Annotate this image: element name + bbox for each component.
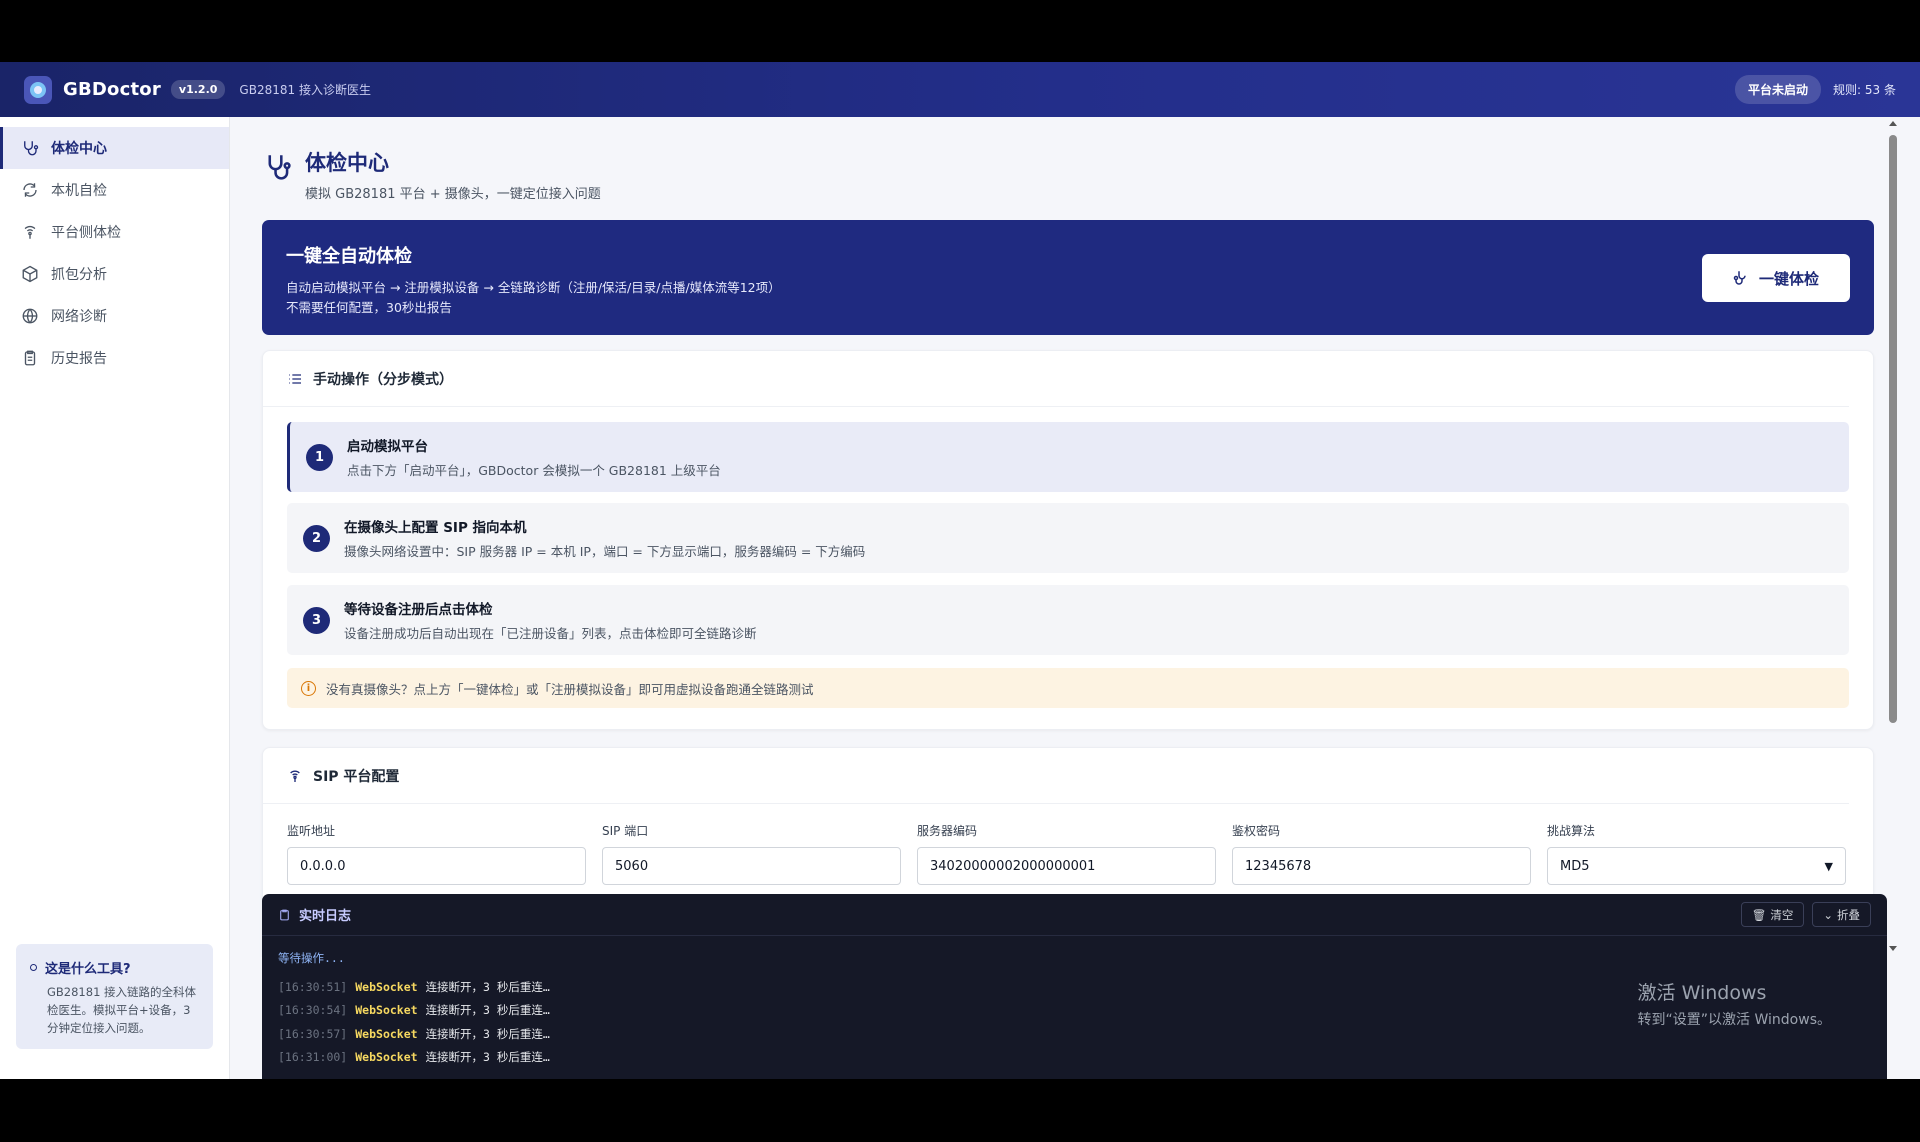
sidebar-item-label: 历史报告 bbox=[51, 351, 107, 367]
sidebar-item-label: 本机自检 bbox=[51, 183, 107, 199]
step-title: 在摄像头上配置 SIP 指向本机 bbox=[344, 520, 527, 536]
sidebar-item-label: 平台侧体检 bbox=[51, 225, 121, 241]
scroll-thumb[interactable] bbox=[1889, 135, 1897, 723]
rules-count: 规则: 53 条 bbox=[1833, 83, 1896, 97]
chevron-down-icon: ⌄ bbox=[1823, 907, 1833, 922]
step-number: 2 bbox=[303, 524, 330, 552]
banner-line-2: 不需要任何配置，30秒出报告 bbox=[286, 300, 452, 315]
one-click-checkup-button[interactable]: 一键体检 bbox=[1702, 254, 1850, 302]
field-label: 监听地址 bbox=[287, 824, 336, 838]
card-header: SIP 平台配置 bbox=[263, 748, 1849, 804]
tool-info-card: 这是什么工具? GB28181 接入链路的全科体检医生。模拟平台+设备，3 分钟… bbox=[16, 944, 213, 1049]
step-title: 启动模拟平台 bbox=[347, 439, 428, 455]
sip-form-row: 监听地址 0.0.0.0 SIP 端口 5060 服务器编码 340200000… bbox=[287, 822, 1846, 885]
page-header: 体检中心 模拟 GB28181 平台 + 摄像头，一键定位接入问题 bbox=[265, 147, 601, 202]
step-number: 3 bbox=[303, 606, 330, 634]
sidebar-item-checkup-center[interactable]: 体检中心 bbox=[0, 127, 229, 169]
log-header: 实时日志 🗑 清空 ⌄ 折叠 bbox=[262, 894, 1887, 936]
log-line: [16:30:51] WebSocket 连接断开，3 秒后重连… bbox=[278, 979, 550, 994]
log-waiting-text: 等待操作... bbox=[278, 951, 345, 965]
package-icon bbox=[21, 265, 39, 283]
hint-text: 没有真摄像头？点上方「一键体检」或「注册模拟设备」即可用虚拟设备跑通全链路测试 bbox=[326, 681, 814, 697]
sidebar-item-label: 体检中心 bbox=[51, 141, 107, 157]
field-label: 服务器编码 bbox=[917, 824, 978, 838]
broadcast-icon bbox=[290, 770, 300, 782]
card-header: 手动操作（分步模式） bbox=[263, 351, 1849, 407]
info-dot-icon bbox=[30, 964, 37, 971]
field-label: 挑战算法 bbox=[1547, 824, 1596, 838]
step-item-2: 2 在摄像头上配置 SIP 指向本机 摄像头网络设置中：SIP 服务器 IP =… bbox=[287, 503, 1849, 573]
realtime-log-panel: 实时日志 🗑 清空 ⌄ 折叠 等待操作... [16:30:51] WebSocket… bbox=[262, 894, 1887, 1079]
scroll-down-icon[interactable] bbox=[1889, 946, 1897, 951]
server-id-input[interactable]: 34020000002000000001 bbox=[917, 847, 1216, 885]
info-title: 这是什么工具? bbox=[45, 962, 131, 977]
stethoscope-icon bbox=[265, 153, 295, 187]
step-title: 等待设备注册后点击体检 bbox=[344, 602, 493, 618]
step-number: 1 bbox=[306, 443, 333, 471]
banner-line-1: 自动启动模拟平台 → 注册模拟设备 → 全链路诊断（注册/保活/目录/点播/媒体… bbox=[286, 280, 781, 295]
brand-name: GBDoctor bbox=[63, 79, 161, 100]
step-description: 摄像头网络设置中：SIP 服务器 IP = 本机 IP，端口 = 下方显示端口，… bbox=[344, 544, 866, 559]
page-title: 体检中心 bbox=[305, 151, 389, 175]
card-title: 手动操作（分步模式） bbox=[313, 371, 453, 388]
log-line: [16:30:57] WebSocket 连接断开，3 秒后重连… bbox=[278, 1026, 550, 1041]
challenge-algorithm-select[interactable]: MD5 ▼ bbox=[1547, 847, 1846, 885]
info-icon: i bbox=[301, 680, 316, 696]
sidebar-item-platform-check[interactable]: 平台侧体检 bbox=[0, 211, 229, 253]
field-label: SIP 端口 bbox=[602, 824, 649, 838]
info-text: GB28181 接入链路的全科体检医生。模拟平台+设备，3 分钟定位接入问题。 bbox=[47, 985, 197, 1035]
refresh-icon bbox=[21, 181, 39, 199]
chevron-down-icon: ▼ bbox=[1824, 859, 1833, 873]
app-window: GBDoctor v1.2.0 GB28181 接入诊断医生 平台未启动 规则:… bbox=[0, 62, 1920, 1079]
list-icon bbox=[289, 373, 301, 384]
log-line: [16:30:54] WebSocket 连接断开，3 秒后重连… bbox=[278, 1003, 550, 1018]
globe-icon bbox=[21, 307, 39, 325]
scroll-up-icon[interactable] bbox=[1889, 121, 1897, 126]
button-label: 一键体检 bbox=[1758, 269, 1819, 288]
sidebar-item-packet-analysis[interactable]: 抓包分析 bbox=[0, 253, 229, 295]
step-item-3: 3 等待设备注册后点击体检 设备注册成功后自动出现在「已注册设备」列表，点击体检… bbox=[287, 585, 1849, 655]
broadcast-icon bbox=[21, 223, 39, 241]
app-subtitle: GB28181 接入诊断医生 bbox=[239, 83, 371, 97]
top-bar: GBDoctor v1.2.0 GB28181 接入诊断医生 平台未启动 规则:… bbox=[0, 62, 1920, 117]
main-content[interactable]: 体检中心 模拟 GB28181 平台 + 摄像头，一键定位接入问题 一键全自动体… bbox=[231, 117, 1900, 957]
sidebar-item-history-reports[interactable]: 历史报告 bbox=[0, 337, 229, 379]
sip-port-input[interactable]: 5060 bbox=[602, 847, 901, 885]
trash-icon: 🗑 bbox=[1751, 907, 1767, 922]
card-title: SIP 平台配置 bbox=[313, 768, 400, 785]
version-badge: v1.2.0 bbox=[170, 80, 226, 99]
clear-log-button[interactable]: 🗑 清空 bbox=[1740, 902, 1805, 927]
auth-password-input[interactable]: 12345678 bbox=[1232, 847, 1531, 885]
log-line: [16:31:00] WebSocket 连接断开，3 秒后重连… bbox=[278, 1050, 550, 1065]
step-description: 设备注册成功后自动出现在「已注册设备」列表，点击体检即可全链路诊断 bbox=[344, 626, 757, 641]
listen-address-input[interactable]: 0.0.0.0 bbox=[287, 847, 586, 885]
clipboard-icon bbox=[21, 349, 39, 367]
manual-steps-card: 手动操作（分步模式） 1 启动模拟平台 点击下方「启动平台」，GBDoctor … bbox=[262, 350, 1874, 730]
stethoscope-icon bbox=[21, 139, 39, 157]
sidebar: 体检中心 本机自检 平台侧体检 抓包分析 网络诊断 历史报告 这是什么工具? G… bbox=[0, 117, 230, 1079]
sidebar-item-self-check[interactable]: 本机自检 bbox=[0, 169, 229, 211]
stethoscope-icon bbox=[1733, 271, 1746, 285]
page-description: 模拟 GB28181 平台 + 摄像头，一键定位接入问题 bbox=[305, 187, 601, 202]
clipboard-icon bbox=[280, 909, 289, 920]
banner-title: 一键全自动体检 bbox=[286, 246, 412, 267]
log-title: 实时日志 bbox=[299, 909, 352, 924]
step-description: 点击下方「启动平台」，GBDoctor 会模拟一个 GB28181 上级平台 bbox=[347, 463, 721, 478]
main-scrollbar[interactable] bbox=[1886, 117, 1900, 957]
sidebar-item-label: 抓包分析 bbox=[51, 267, 107, 283]
app-logo bbox=[24, 75, 52, 104]
hint-banner: i 没有真摄像头？点上方「一键体检」或「注册模拟设备」即可用虚拟设备跑通全链路测… bbox=[287, 668, 1849, 708]
collapse-log-button[interactable]: ⌄ 折叠 bbox=[1812, 902, 1871, 927]
platform-status-badge: 平台未启动 bbox=[1735, 75, 1822, 104]
auto-checkup-banner: 一键全自动体检 自动启动模拟平台 → 注册模拟设备 → 全链路诊断（注册/保活/… bbox=[262, 220, 1874, 335]
sidebar-item-label: 网络诊断 bbox=[51, 309, 107, 325]
windows-activation-watermark: 激活 Windows 转到“设置”以激活 Windows。 bbox=[1637, 982, 1831, 1028]
step-item-1: 1 启动模拟平台 点击下方「启动平台」，GBDoctor 会模拟一个 GB281… bbox=[287, 422, 1849, 492]
field-label: 鉴权密码 bbox=[1232, 824, 1281, 838]
sidebar-item-network-diagnosis[interactable]: 网络诊断 bbox=[0, 295, 229, 337]
